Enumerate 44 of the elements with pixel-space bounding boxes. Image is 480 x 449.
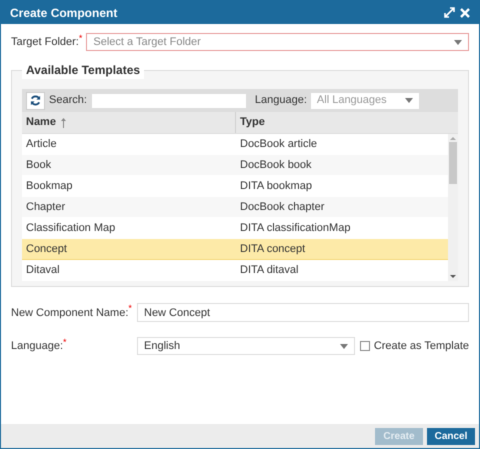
window-title: Create Component (10, 4, 118, 22)
table-row[interactable]: Book DocBook book (22, 155, 448, 176)
table-cell-text: DocBook chapter (239, 200, 326, 215)
checkbox[interactable] (360, 341, 370, 351)
table-row[interactable]: Chapter DocBook chapter (22, 197, 448, 218)
refresh-button[interactable] (26, 92, 45, 110)
caret-icon (454, 40, 462, 44)
field-label: Target Folder:$^{*}$ (11, 35, 82, 49)
expand-icon[interactable] (444, 7, 455, 18)
sort-arrow-icon (60, 118, 66, 128)
column-header[interactable]: Type (236, 112, 458, 133)
field-label: New Component Name:$^{*}$ (11, 306, 133, 320)
dialog-button[interactable]: Cancel (427, 428, 475, 444)
table-cell-text: DITA ditaval (239, 262, 300, 278)
table-cell-text: DITA classificationMap (239, 220, 352, 236)
table-cell-text: Chapter (25, 200, 66, 215)
table-cell-text: DITA bookmap (239, 178, 313, 194)
table-cell-text: Classification Map (25, 220, 116, 236)
table-cell-text: Concept (25, 242, 68, 257)
caret-icon (404, 98, 413, 103)
caret-icon (340, 344, 348, 348)
table-cell-text: DocBook article (239, 136, 318, 152)
scroll-down-icon[interactable] (450, 273, 456, 281)
table-cell-text: Bookmap (25, 178, 74, 194)
scrollbar[interactable] (448, 134, 458, 281)
table-cell-text: Article (25, 136, 58, 152)
scrollbar-thumb[interactable] (449, 142, 457, 184)
language-filter-label: Language: (254, 93, 307, 108)
scroll-up-icon[interactable] (450, 134, 456, 142)
table-cell-text: DITA concept (239, 242, 306, 257)
language-dropdown[interactable]: English (137, 337, 355, 355)
refresh-icon (30, 95, 41, 106)
component-name-field[interactable]: New Concept (137, 303, 469, 322)
close-icon[interactable] (460, 8, 470, 18)
table-cell-text: DocBook book (239, 158, 313, 173)
search-label: Search: (49, 93, 87, 108)
checkbox-label: Create as Template (374, 338, 469, 354)
table-cell-text: Ditaval (25, 262, 61, 278)
search-field[interactable] (90, 92, 247, 108)
column-header[interactable]: Name (22, 112, 236, 133)
target-folder-dropdown[interactable]: Select a Target Folder (86, 33, 469, 51)
field-label: Language:$^{*}$ (11, 339, 68, 353)
table-cell-text: Book (25, 158, 52, 173)
table-row[interactable]: Concept DITA concept (22, 239, 448, 260)
